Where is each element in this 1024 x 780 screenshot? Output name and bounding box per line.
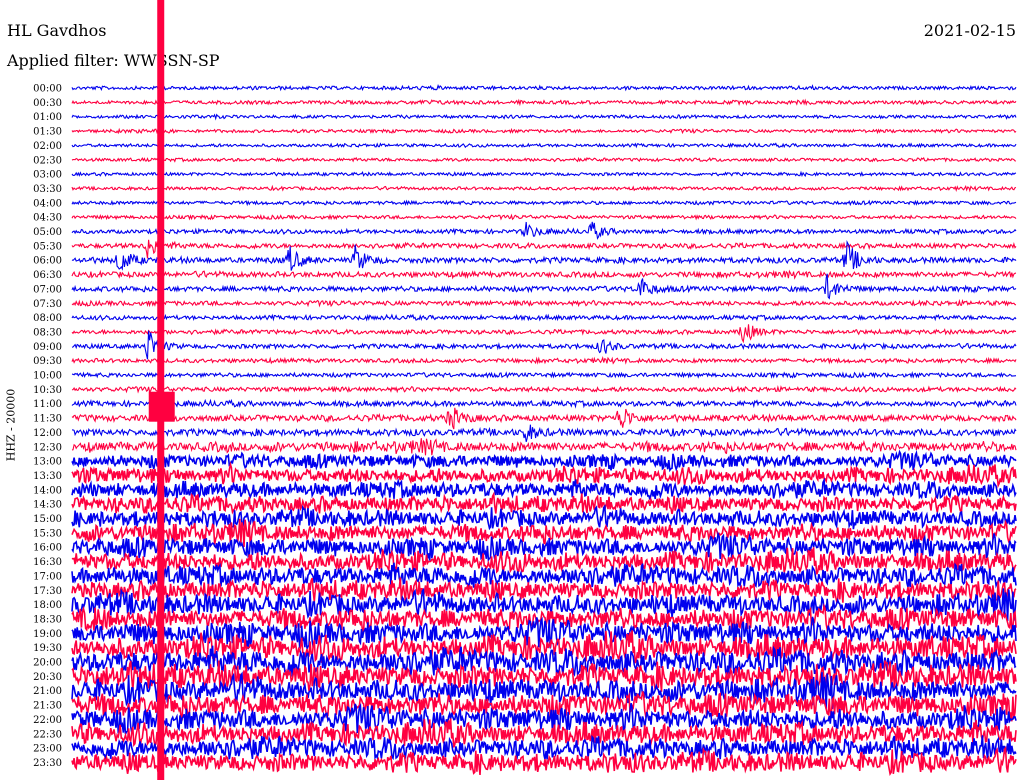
- row-label: 12:00: [33, 428, 62, 439]
- row-label: 09:30: [33, 356, 62, 367]
- row-label: 08:00: [33, 313, 62, 324]
- trace-row: [71, 461, 1017, 489]
- row-label: 16:00: [33, 543, 62, 554]
- row-label: 12:30: [33, 442, 62, 453]
- row-label: 21:30: [33, 701, 62, 712]
- row-label: 22:00: [33, 715, 62, 726]
- trace-row: [71, 113, 1017, 121]
- trace-row: [71, 142, 1017, 149]
- row-label: 13:30: [33, 471, 62, 482]
- row-label: 17:30: [33, 586, 62, 597]
- row-label: 10:00: [33, 371, 62, 382]
- trace-row: [71, 313, 1017, 322]
- row-label: 02:30: [33, 155, 62, 166]
- row-label: 14:30: [33, 500, 62, 511]
- row-label: 05:00: [33, 227, 62, 238]
- row-label: 05:30: [33, 241, 62, 252]
- trace-row: [71, 298, 1017, 308]
- trace-row: [71, 438, 1017, 456]
- row-label: 01:00: [33, 112, 62, 123]
- row-label: 04:00: [33, 198, 62, 209]
- row-label: 19:00: [33, 629, 62, 640]
- row-label: 21:00: [33, 686, 62, 697]
- row-label: 07:30: [33, 299, 62, 310]
- trace-row: [71, 221, 1017, 240]
- saturated-coda: [148, 391, 175, 422]
- row-label: 18:30: [33, 614, 62, 625]
- row-label: 10:30: [33, 385, 62, 396]
- trace-row: [72, 424, 1017, 442]
- trace-row: [71, 477, 1017, 501]
- trace-row: [71, 269, 1017, 280]
- trace-row: [71, 398, 1017, 409]
- row-label: 00:00: [33, 84, 62, 95]
- trace-row: [71, 356, 1017, 365]
- trace-row: [71, 324, 1017, 344]
- row-label: 20:00: [33, 658, 62, 669]
- row-label: 03:30: [33, 184, 62, 195]
- row-label: 06:00: [33, 256, 62, 267]
- trace-row: [71, 98, 1017, 107]
- row-label: 01:30: [33, 127, 62, 138]
- trace-row: [71, 385, 1017, 394]
- trace-row: [71, 449, 1017, 473]
- row-label: 14:00: [33, 485, 62, 496]
- row-label: 23:30: [33, 758, 62, 769]
- trace-row: [71, 370, 1017, 379]
- row-label: 07:00: [33, 284, 62, 295]
- row-label: 13:00: [33, 457, 62, 468]
- row-label: 04:30: [33, 213, 62, 224]
- trace-row: [71, 562, 1017, 589]
- row-label: 15:30: [33, 528, 62, 539]
- row-label: 09:00: [33, 342, 62, 353]
- helicorder-plot: 00:00 00:30 01:00 01:30 02:00 02:30 03:00 03:30…: [33, 0, 1017, 780]
- row-label: 02:00: [33, 141, 62, 152]
- row-labels: 00:00 00:30 01:00 01:30 02:00 02:30 03:00 03:30…: [33, 84, 62, 769]
- trace-row: [71, 407, 1017, 430]
- trace-row: [71, 239, 1017, 259]
- row-label: 20:30: [33, 672, 62, 683]
- row-label: 15:00: [33, 514, 62, 525]
- trace-row: [71, 84, 1017, 92]
- row-label: 17:00: [33, 571, 62, 582]
- row-label: 16:30: [33, 557, 62, 568]
- trace-row: [71, 199, 1017, 207]
- trace-row: [71, 170, 1017, 178]
- trace-row: [71, 213, 1017, 221]
- row-label: 11:30: [33, 414, 62, 425]
- row-label: 11:00: [33, 399, 62, 410]
- row-label: 06:30: [33, 270, 62, 281]
- trace-row: [71, 127, 1017, 135]
- seismic-traces: [71, 0, 1017, 780]
- trace-row: [71, 184, 1017, 193]
- row-label: 23:00: [33, 744, 62, 755]
- row-label: 22:30: [33, 729, 62, 740]
- row-label: 18:00: [33, 600, 62, 611]
- row-label: 03:00: [33, 170, 62, 181]
- row-label: 00:30: [33, 98, 62, 109]
- trace-row: [71, 156, 1017, 163]
- saturated-trace: [157, 0, 165, 780]
- row-label: 08:30: [33, 327, 62, 338]
- row-label: 19:30: [33, 643, 62, 654]
